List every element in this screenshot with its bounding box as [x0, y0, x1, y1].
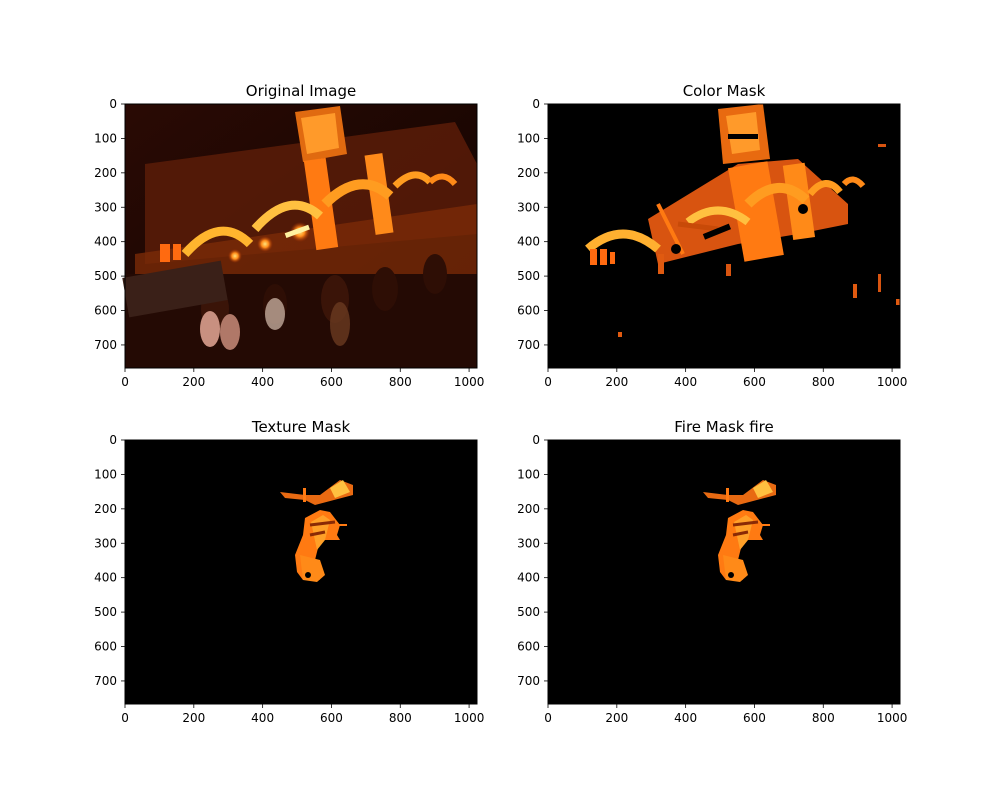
figure: Original Image 0 200 400 600 800 1000010… [94, 82, 907, 725]
x-tick-label: 200 [182, 711, 205, 725]
x-tick-label: 200 [182, 375, 205, 389]
y-tick-label: 600 [94, 640, 117, 654]
y-tick-label: 600 [517, 304, 540, 318]
x-tick-label: 800 [389, 711, 412, 725]
y-tick-label: 600 [517, 640, 540, 654]
y-tick-label: 0 [532, 97, 540, 111]
y-tick-label: 500 [517, 605, 540, 619]
y-tick-label: 0 [109, 433, 117, 447]
x-tick-label: 0 [121, 711, 129, 725]
x-tick-label: 600 [743, 375, 766, 389]
y-tick-label: 500 [94, 269, 117, 283]
y-tick-label: 0 [109, 97, 117, 111]
y-tick-label: 300 [94, 536, 117, 550]
x-tick-label: 0 [121, 375, 129, 389]
panel-title: Fire Mask fire [674, 418, 773, 436]
x-tick-label: 400 [251, 711, 274, 725]
y-tick-label: 100 [517, 467, 540, 481]
panel-title: Color Mask [683, 82, 766, 100]
y-tick-label: 100 [94, 131, 117, 145]
y-tick-label: 700 [517, 674, 540, 688]
x-tick-label: 1000 [877, 375, 908, 389]
y-tick-label: 400 [517, 235, 540, 249]
panel-color-mask: Color Mask 0 200 400 600 800 10000100200… [517, 82, 907, 389]
y-tick-label: 300 [517, 536, 540, 550]
image-fire-mask [548, 440, 900, 704]
y-tick-label: 700 [517, 338, 540, 352]
x-tick-label: 800 [812, 711, 835, 725]
x-tick-label: 200 [605, 711, 628, 725]
y-tick-label: 200 [94, 166, 117, 180]
image-original [122, 104, 477, 368]
panel-fire-mask: Fire Mask fire 0 200 400 600 800 1000 0 100 200 3… [517, 418, 907, 725]
x-tick-label: 0 [544, 375, 552, 389]
y-tick-label: 200 [517, 502, 540, 516]
y-tick-label: 500 [517, 269, 540, 283]
y-tick-label: 100 [94, 467, 117, 481]
x-tick-label: 400 [674, 711, 697, 725]
x-tick-label: 800 [812, 375, 835, 389]
x-tick-label: 600 [743, 711, 766, 725]
image-color-mask [548, 104, 900, 368]
y-tick-label: 100 [517, 131, 540, 145]
panel-title: Texture Mask [251, 418, 351, 436]
image-texture-mask [125, 440, 477, 704]
x-tick-label: 800 [389, 375, 412, 389]
y-tick-label: 700 [94, 674, 117, 688]
y-tick-label: 0 [532, 433, 540, 447]
panel-original-image: Original Image 0 200 400 600 800 1000010… [94, 82, 484, 389]
panel-texture-mask: Texture Mask 0 200 400 600 800 1000 0 100 200 300… [94, 418, 484, 725]
x-tick-label: 600 [320, 711, 343, 725]
x-tick-label: 1000 [454, 711, 485, 725]
y-tick-label: 400 [94, 571, 117, 585]
panel-title: Original Image [246, 82, 356, 100]
y-tick-label: 300 [517, 200, 540, 214]
y-tick-label: 700 [94, 338, 117, 352]
x-tick-label: 0 [544, 711, 552, 725]
y-tick-label: 600 [94, 304, 117, 318]
x-tick-label: 600 [320, 375, 343, 389]
y-tick-label: 200 [517, 166, 540, 180]
x-tick-label: 400 [251, 375, 274, 389]
x-tick-label: 200 [605, 375, 628, 389]
x-tick-label: 1000 [877, 711, 908, 725]
y-tick-label: 400 [94, 235, 117, 249]
y-tick-label: 500 [94, 605, 117, 619]
y-tick-label: 400 [517, 571, 540, 585]
y-tick-label: 300 [94, 200, 117, 214]
x-tick-label: 400 [674, 375, 697, 389]
y-tick-label: 200 [94, 502, 117, 516]
x-tick-label: 1000 [454, 375, 485, 389]
